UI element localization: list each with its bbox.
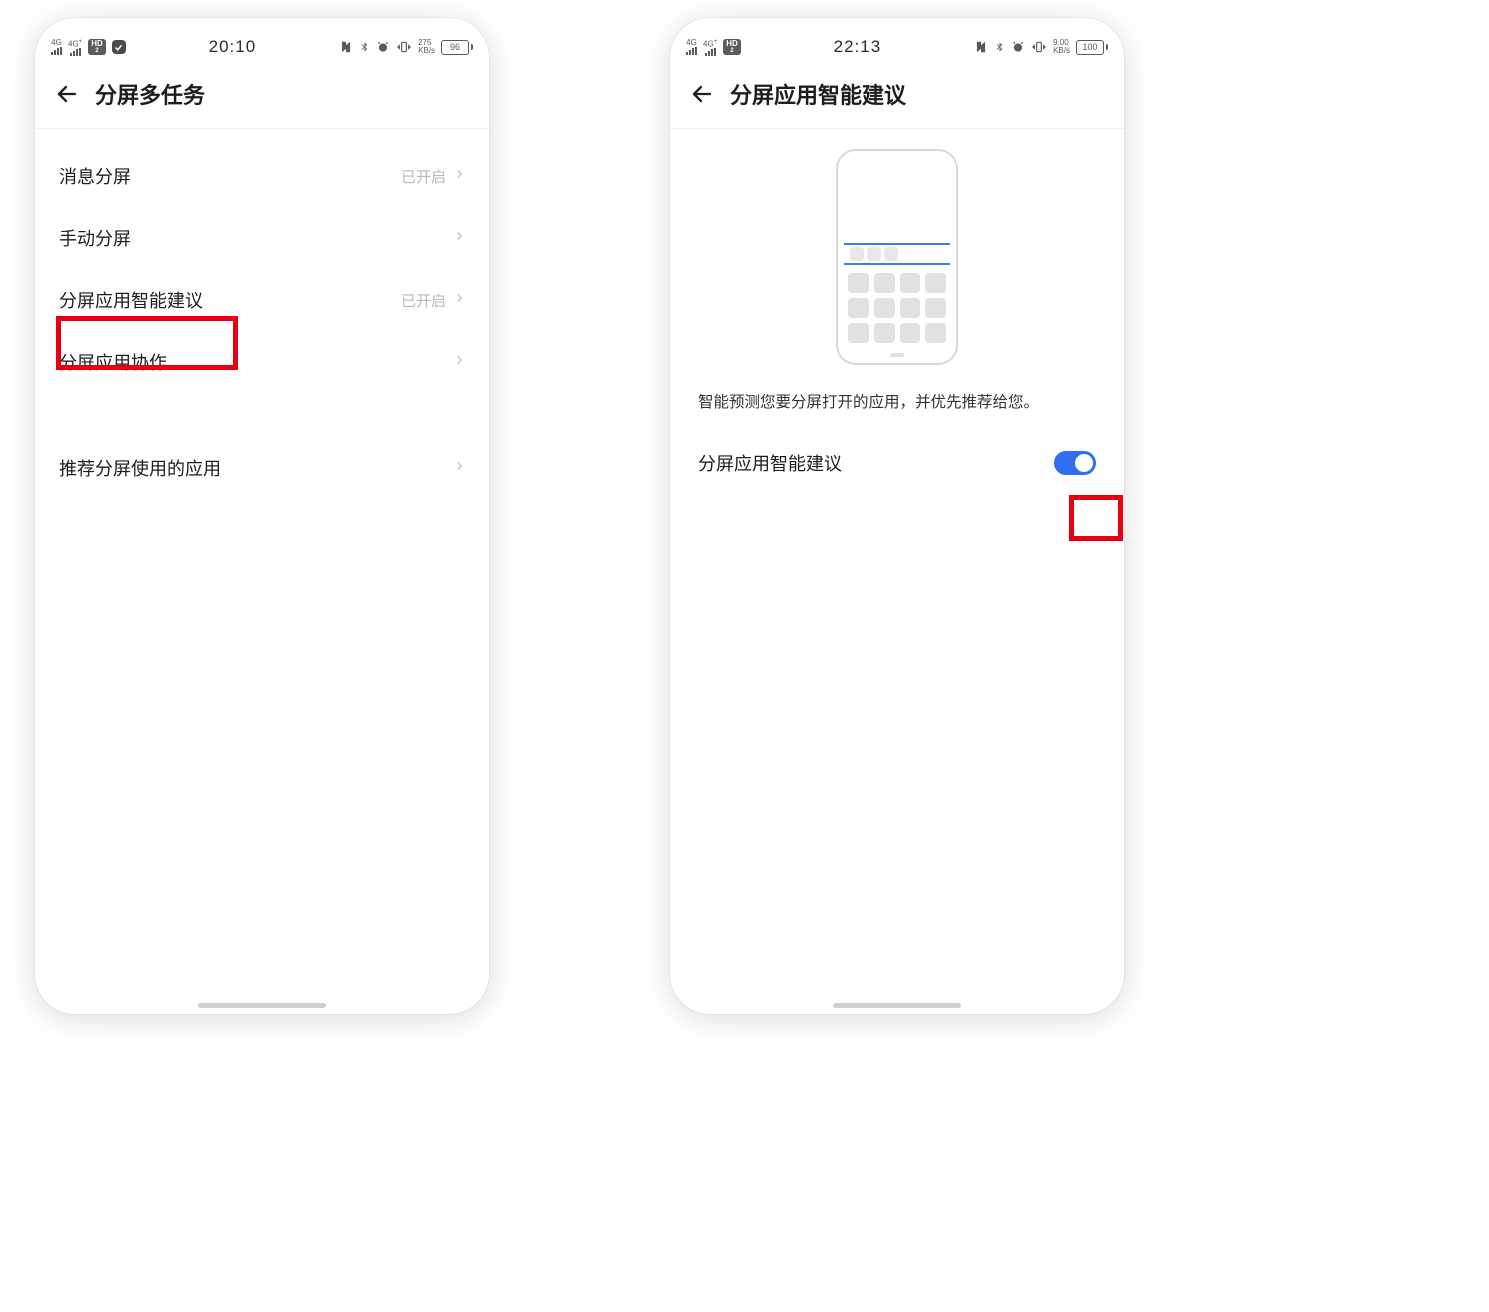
bluetooth-icon: [359, 40, 370, 54]
back-arrow-icon[interactable]: [688, 80, 716, 108]
row-label: 推荐分屏使用的应用: [59, 455, 221, 481]
battery-icon: 96: [441, 40, 473, 55]
back-arrow-icon[interactable]: [53, 80, 81, 108]
status-bar: 4G 4G+ HD2 22:13: [670, 18, 1124, 70]
chevron-right-icon: [454, 289, 465, 312]
clock-text: 22:13: [834, 37, 882, 57]
network-speed: 275 KB/s: [418, 39, 435, 55]
signal-1-icon: 4G: [51, 39, 62, 55]
hd-icon: HD2: [88, 39, 106, 55]
row-smart-suggest[interactable]: 分屏应用智能建议 已开启: [35, 269, 489, 331]
row-app-collab[interactable]: 分屏应用协作: [35, 331, 489, 393]
home-indicator: [833, 1003, 961, 1008]
row-status: 已开启: [401, 166, 446, 187]
home-indicator: [198, 1003, 326, 1008]
settings-list: 消息分屏 已开启 手动分屏 分屏应用智能建议: [35, 129, 489, 499]
checkmark-icon: [112, 40, 126, 54]
nfc-icon: [339, 40, 353, 54]
hd-icon: HD2: [723, 39, 741, 55]
signal-1-icon: 4G: [686, 39, 697, 55]
row-manual-split[interactable]: 手动分屏: [35, 207, 489, 269]
alarm-icon: [1011, 40, 1025, 54]
vibrate-icon: [396, 40, 412, 54]
row-label: 分屏应用智能建议: [59, 287, 203, 313]
feature-description: 智能预测您要分屏打开的应用，并优先推荐给您。: [670, 377, 1124, 426]
clock-text: 20:10: [209, 37, 257, 57]
illustration: [670, 129, 1124, 377]
page-title: 分屏应用智能建议: [730, 78, 906, 110]
row-label: 手动分屏: [59, 225, 131, 251]
page-title: 分屏多任务: [95, 78, 205, 110]
row-message-split[interactable]: 消息分屏 已开启: [35, 145, 489, 207]
vibrate-icon: [1031, 40, 1047, 54]
signal-2-icon: 4G+: [68, 38, 82, 57]
status-bar: 4G 4G+ HD2 20:10: [35, 18, 489, 70]
row-label: 分屏应用协作: [59, 349, 167, 375]
chevron-right-icon: [454, 457, 465, 480]
phone-left: 4G 4G+ HD2 20:10: [35, 18, 489, 1014]
bluetooth-icon: [994, 40, 1005, 54]
network-speed: 9.00 KB/s: [1053, 39, 1070, 55]
page-header: 分屏应用智能建议: [670, 70, 1124, 128]
nfc-icon: [974, 40, 988, 54]
chevron-right-icon: [454, 165, 465, 188]
chevron-right-icon: [454, 227, 465, 250]
row-label: 消息分屏: [59, 163, 131, 189]
smart-suggest-toggle[interactable]: [1054, 451, 1096, 475]
signal-2-icon: 4G+: [703, 38, 717, 57]
alarm-icon: [376, 40, 390, 54]
battery-icon: 100: [1076, 40, 1108, 55]
row-status: 已开启: [401, 290, 446, 311]
phone-right: 4G 4G+ HD2 22:13: [670, 18, 1124, 1014]
toggle-label: 分屏应用智能建议: [698, 450, 842, 476]
row-recommended-apps[interactable]: 推荐分屏使用的应用: [35, 437, 489, 499]
page-header: 分屏多任务: [35, 70, 489, 128]
chevron-right-icon: [454, 351, 465, 374]
row-smart-suggest-toggle: 分屏应用智能建议: [670, 426, 1124, 500]
